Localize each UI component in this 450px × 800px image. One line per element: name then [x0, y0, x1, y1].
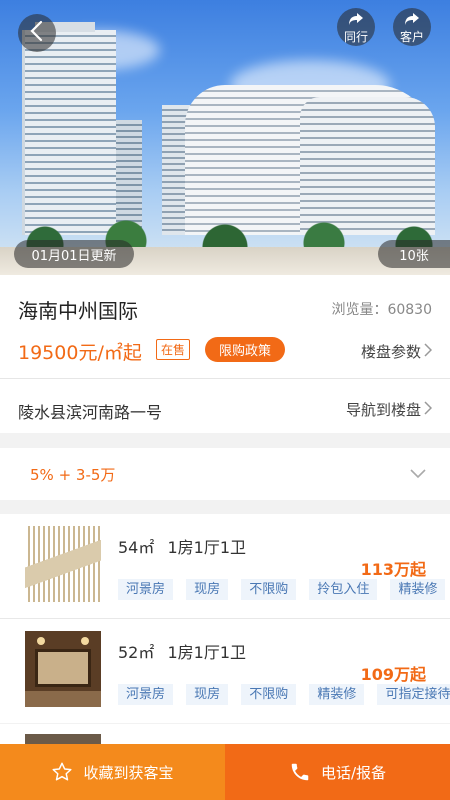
property-price: 19500元/㎡起 — [18, 342, 142, 364]
unit-tag: 不限购 — [241, 684, 297, 705]
unit-price: 109万起 — [360, 665, 426, 684]
property-title: 海南中州国际 — [18, 299, 138, 323]
unit-tag: 河景房 — [118, 579, 174, 600]
call-label: 电话/报备 — [320, 763, 387, 782]
favorite-button[interactable]: 收藏到获客宝 — [0, 744, 225, 800]
page: 同行 客户 01月01日更新 10张 海南中州国际 浏览量：60830 1950… — [0, 0, 450, 800]
share-icon — [404, 11, 420, 30]
unit-price: 113万起 — [360, 560, 426, 579]
unit-tag: 可指定接待 — [377, 684, 450, 705]
navigate-label: 导航到楼盘 — [345, 401, 421, 419]
params-label: 楼盘参数 — [360, 343, 421, 361]
unit-layout: 1房1厅1卫 — [167, 538, 247, 557]
share-peer-button[interactable]: 同行 — [337, 8, 375, 46]
share-peer-label: 同行 — [343, 30, 368, 44]
unit-tag: 精装修 — [390, 579, 446, 600]
promo-row[interactable]: 5% + 3-5万 — [0, 448, 450, 500]
share-client-label: 客户 — [399, 30, 424, 44]
unit-card[interactable]: 52㎡ 1房1厅1卫 109万起 河景房 现房 不限购 精装修 可指定接待 — [0, 619, 450, 723]
phone-icon — [289, 761, 311, 783]
floor-plan-image — [25, 526, 101, 602]
share-client-button[interactable]: 客户 — [393, 8, 431, 46]
purchase-policy-button[interactable]: 限购政策 — [205, 337, 285, 362]
unit-area: 54㎡ — [118, 538, 155, 557]
navigate-link[interactable]: 导航到楼盘 — [345, 399, 433, 420]
bottom-action-bar: 收藏到获客宝 电话/报备 — [0, 744, 450, 800]
chevron-down-icon — [410, 464, 426, 483]
unit-tag: 现房 — [186, 579, 229, 600]
sale-status-badge: 在售 — [156, 339, 190, 360]
unit-tag: 现房 — [186, 684, 229, 705]
promo-text: 5% + 3-5万 — [30, 466, 116, 484]
view-count: 浏览量：60830 — [331, 302, 432, 318]
unit-tags: 河景房 现房 不限购 拎包入住 精装修 — [118, 578, 450, 600]
unit-tag: 河景房 — [118, 684, 174, 705]
chevron-right-icon — [424, 400, 433, 419]
call-button[interactable]: 电话/报备 — [225, 744, 450, 800]
hero-image[interactable]: 同行 客户 01月01日更新 10张 — [0, 0, 450, 275]
update-date-badge: 01月01日更新 — [14, 240, 134, 268]
back-icon — [29, 20, 45, 46]
favorite-label: 收藏到获客宝 — [83, 763, 174, 782]
back-button[interactable] — [18, 14, 56, 52]
divider — [0, 378, 450, 379]
room-photo — [25, 631, 101, 707]
unit-tag: 不限购 — [241, 579, 297, 600]
star-icon — [51, 761, 73, 783]
property-info: 海南中州国际 浏览量：60830 19500元/㎡起 在售 限购政策 楼盘参数 … — [0, 275, 450, 433]
unit-card[interactable]: 54㎡ 1房1厅1卫 113万起 河景房 现房 不限购 拎包入住 精装修 — [0, 514, 450, 618]
chevron-right-icon — [424, 342, 433, 361]
photo-count-badge[interactable]: 10张 — [378, 240, 450, 268]
share-icon — [348, 11, 364, 30]
unit-tag: 精装修 — [309, 684, 365, 705]
unit-area: 52㎡ — [118, 643, 155, 662]
property-address: 陵水县滨河南路一号 — [18, 403, 163, 422]
unit-layout: 1房1厅1卫 — [167, 643, 247, 662]
unit-tags: 河景房 现房 不限购 精装修 可指定接待 — [118, 683, 450, 705]
property-params-link[interactable]: 楼盘参数 — [360, 341, 433, 362]
unit-tag: 拎包入住 — [309, 579, 378, 600]
building-illustration — [22, 22, 116, 235]
